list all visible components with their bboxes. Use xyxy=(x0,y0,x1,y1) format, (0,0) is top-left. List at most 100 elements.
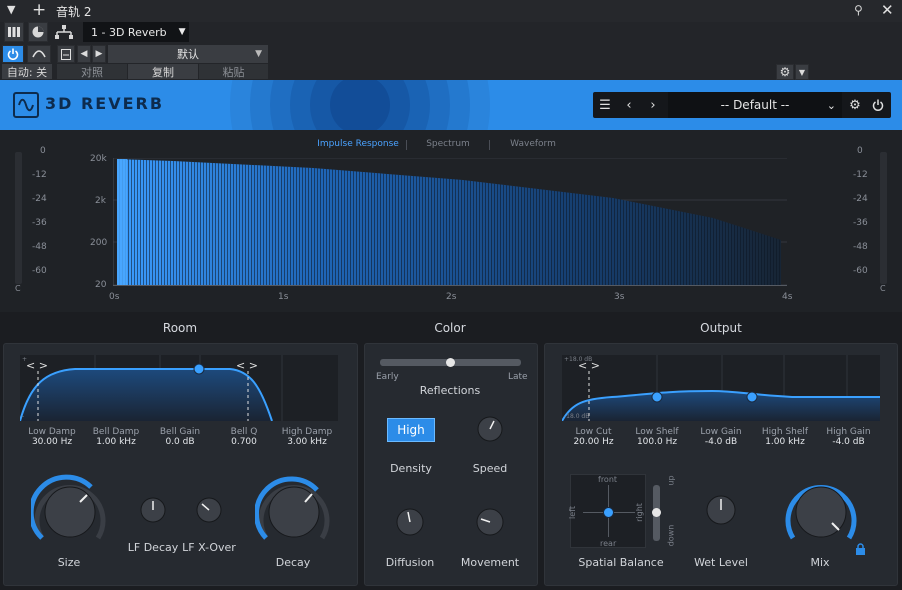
speed-knob[interactable] xyxy=(477,416,503,442)
pin-icon[interactable]: ⚲ xyxy=(854,3,863,17)
hamburger-icon: ☰ xyxy=(599,97,611,113)
rack-view-button[interactable] xyxy=(4,22,24,42)
output-eq-graph[interactable]: < > xyxy=(562,355,880,421)
time-tick: 4s xyxy=(782,292,793,302)
dial-icon xyxy=(32,26,44,38)
param-value: -4.0 dB xyxy=(704,437,738,447)
prev-preset-button[interactable]: ◀ xyxy=(77,45,91,63)
pad-right-label: right xyxy=(634,503,644,522)
output-param-low-cut[interactable]: Low Cut 20.00 Hz xyxy=(562,427,625,447)
meter-button[interactable] xyxy=(28,22,48,42)
plugin-settings-button[interactable]: ⚙ xyxy=(845,92,865,118)
menu-dropdown-icon[interactable]: ▼ xyxy=(7,3,15,16)
wet-level-label: Wet Level xyxy=(694,556,748,569)
spatial-balance-label: Spatial Balance xyxy=(578,556,664,569)
room-eq-scale-top: + xyxy=(22,356,28,363)
reflections-slider-thumb[interactable] xyxy=(446,358,455,367)
automation-button[interactable] xyxy=(27,45,51,63)
density-label: Density xyxy=(390,462,432,475)
wet-level-knob[interactable] xyxy=(706,495,736,525)
freq-tick: 20 xyxy=(95,280,107,290)
next-preset-button[interactable]: ▶ xyxy=(92,45,106,63)
chevron-down-icon: ⌄ xyxy=(826,98,836,112)
param-label: Low Damp xyxy=(28,427,76,437)
reflections-label: Reflections xyxy=(419,384,481,397)
lf-xover-knob[interactable] xyxy=(196,497,222,523)
plugin-power-button[interactable] xyxy=(868,92,888,118)
size-knob[interactable] xyxy=(31,473,109,551)
save-preset-button[interactable] xyxy=(57,45,75,63)
late-label: Late xyxy=(508,372,528,382)
output-eq-params: Low Cut 20.00 Hz Low Shelf 100.0 Hz Low Ga… xyxy=(562,427,880,447)
movement-label: Movement xyxy=(460,556,520,569)
close-icon[interactable]: ✕ xyxy=(881,1,894,19)
host-settings-dropdown[interactable]: ▼ xyxy=(795,64,809,80)
mix-knob[interactable] xyxy=(782,473,860,551)
diffusion-knob[interactable] xyxy=(396,508,424,536)
file-icon xyxy=(61,48,71,60)
routing-button[interactable] xyxy=(52,22,76,42)
height-slider[interactable] xyxy=(652,485,661,541)
meter-clip-right: C xyxy=(880,284,886,293)
add-icon[interactable]: + xyxy=(32,0,46,20)
param-label: Low Gain xyxy=(700,427,742,437)
compare-button[interactable]: 对照 xyxy=(57,64,127,79)
tab-spectrum[interactable]: Spectrum xyxy=(407,139,489,151)
output-param-low-shelf[interactable]: Low Shelf 100.0 Hz xyxy=(625,427,689,447)
output-meter xyxy=(880,152,887,284)
output-eq-scale-top: +18.0 dB xyxy=(564,356,593,363)
reflections-slider[interactable] xyxy=(380,358,521,367)
param-label: Bell Q xyxy=(230,427,258,437)
chevron-right-icon: › xyxy=(650,97,656,113)
freq-tick: 20k xyxy=(90,154,107,164)
input-meter xyxy=(15,152,22,284)
output-param-high-shelf[interactable]: High Shelf 1.00 kHz xyxy=(753,427,817,447)
db-tick: 0 xyxy=(40,146,46,156)
output-param-low-gain[interactable]: Low Gain -4.0 dB xyxy=(689,427,753,447)
decay-knob[interactable] xyxy=(255,473,333,551)
room-param-bell-damp[interactable]: Bell Damp 1.00 kHz xyxy=(84,427,148,447)
param-value: 1.00 kHz xyxy=(96,437,136,447)
room-param-high-damp[interactable]: High Damp 3.00 kHz xyxy=(276,427,338,447)
time-tick: 0s xyxy=(109,292,120,302)
preset-prev-button[interactable]: ‹ xyxy=(619,92,639,118)
columns-icon xyxy=(8,27,20,37)
slider-up-label: up xyxy=(666,475,676,486)
host-preset-select[interactable]: 默认 ▼ xyxy=(108,45,268,63)
param-value: 20.00 Hz xyxy=(573,437,614,447)
preset-next-button[interactable]: › xyxy=(643,92,663,118)
preset-menu-button[interactable]: ☰ xyxy=(595,92,615,118)
freq-tick: 200 xyxy=(90,238,108,248)
host-toolbar: 1 - 3D Reverb ▼ ◀ ▶ 默认 ▼ 自动: 关 对照 复制 粘贴 … xyxy=(0,22,902,80)
speed-label: Speed xyxy=(472,462,508,475)
spatial-balance-point[interactable] xyxy=(603,507,614,518)
height-slider-thumb[interactable] xyxy=(652,508,661,517)
density-button[interactable]: High xyxy=(387,418,435,442)
output-eq-scale-bottom: -18.0 dB xyxy=(564,413,590,420)
plugin-slot-select[interactable]: 1 - 3D Reverb ▼ xyxy=(83,22,189,42)
svg-text:< >: < > xyxy=(236,359,258,372)
power-icon xyxy=(872,99,884,111)
lock-icon[interactable] xyxy=(855,543,866,555)
preset-select[interactable]: -- Default -- ⌄ xyxy=(668,92,842,118)
mix-label: Mix xyxy=(810,556,830,569)
param-value: 1.00 kHz xyxy=(765,437,805,447)
room-param-bell-q[interactable]: Bell Q 0.700 xyxy=(212,427,276,447)
lf-decay-knob[interactable] xyxy=(140,497,166,523)
host-settings-button[interactable]: ⚙ xyxy=(776,64,794,80)
early-label: Early xyxy=(376,372,399,382)
movement-knob[interactable] xyxy=(476,508,504,536)
paste-button[interactable]: 粘贴 xyxy=(199,64,268,79)
copy-button[interactable]: 复制 xyxy=(128,64,198,79)
room-eq-graph[interactable]: < > < > xyxy=(20,355,338,421)
room-param-bell-gain[interactable]: Bell Gain 0.0 dB xyxy=(148,427,212,447)
db-tick: -48 xyxy=(853,242,868,252)
time-tick: 3s xyxy=(614,292,625,302)
auto-off-button[interactable]: 自动: 关 xyxy=(2,64,52,79)
svg-text:< >: < > xyxy=(26,359,48,372)
tab-waveform[interactable]: Waveform xyxy=(490,139,576,151)
bypass-power-button[interactable] xyxy=(2,45,24,63)
output-param-high-gain[interactable]: High Gain -4.0 dB xyxy=(817,427,880,447)
tab-impulse-response[interactable]: Impulse Response xyxy=(310,139,406,151)
room-param-low-damp[interactable]: Low Damp 30.00 Hz xyxy=(20,427,84,447)
